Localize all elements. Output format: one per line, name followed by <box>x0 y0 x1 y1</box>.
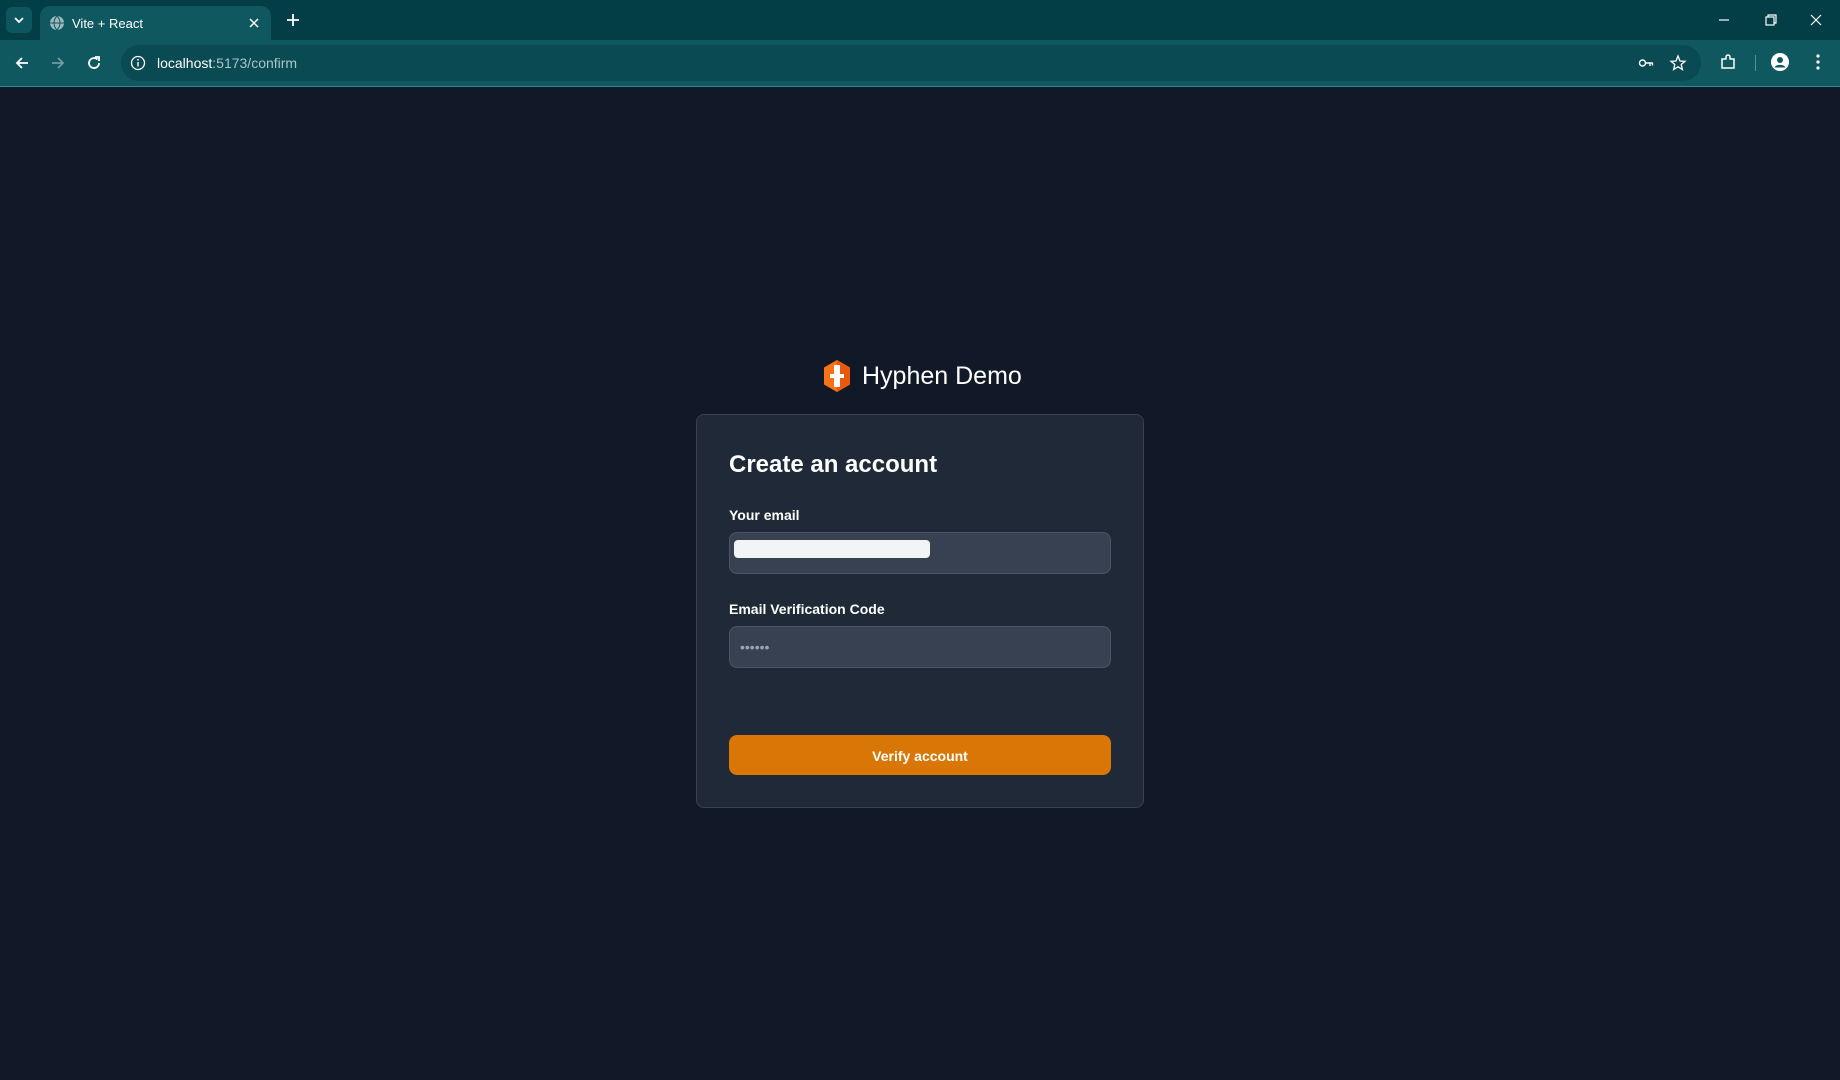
redacted-email-overlay <box>734 540 930 558</box>
url-text: localhost:5173/confirm <box>157 55 297 71</box>
hyphen-logo-icon <box>824 360 850 392</box>
email-label: Your email <box>729 507 800 523</box>
card-title: Create an account <box>729 451 938 478</box>
tab-vite-react[interactable]: Vite + React <box>40 6 271 40</box>
verify-account-button[interactable]: Verify account <box>729 735 1111 775</box>
browser-toolbar: localhost:5173/confirm <box>0 40 1840 87</box>
signup-card: Create an account Your email Email Verif… <box>696 414 1144 808</box>
chevron-down-icon <box>14 17 24 24</box>
plus-icon[interactable] <box>284 11 302 29</box>
globe-icon <box>50 15 64 31</box>
tab-title: Vite + React <box>72 16 143 31</box>
password-key-icon[interactable] <box>1637 54 1655 72</box>
browser-tab-strip: Vite + React <box>0 0 1840 40</box>
toolbar-divider <box>1755 55 1756 71</box>
window-close-icon[interactable] <box>1806 10 1826 30</box>
forward-icon[interactable] <box>48 53 68 73</box>
close-icon[interactable] <box>246 15 262 31</box>
verification-code-label: Email Verification Code <box>729 601 885 617</box>
reload-icon[interactable] <box>84 53 104 73</box>
minimize-icon[interactable] <box>1714 10 1734 30</box>
address-bar[interactable]: localhost:5173/confirm <box>121 45 1701 81</box>
brand-name: Hyphen Demo <box>862 361 1022 390</box>
tab-search-button[interactable] <box>6 7 32 33</box>
url-host: localhost <box>157 55 213 71</box>
brand-header: Hyphen Demo <box>822 356 1022 396</box>
site-info-icon[interactable] <box>130 55 146 71</box>
star-icon[interactable] <box>1669 54 1687 72</box>
url-path: :5173/confirm <box>212 55 298 71</box>
back-icon[interactable] <box>12 53 32 73</box>
menu-icon[interactable] <box>1808 52 1828 72</box>
extensions-icon[interactable] <box>1718 52 1738 72</box>
profile-icon[interactable] <box>1770 52 1790 72</box>
restore-icon[interactable] <box>1761 10 1781 30</box>
verification-code-field[interactable] <box>729 626 1111 668</box>
